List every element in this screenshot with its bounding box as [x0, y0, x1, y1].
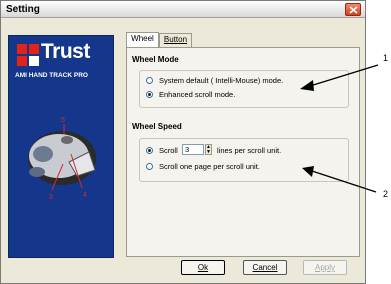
arrow-head-1-icon — [300, 80, 314, 91]
callout-arrow-2 — [311, 170, 377, 193]
callout-arrow-1 — [309, 64, 379, 87]
callout-arrows — [300, 64, 379, 193]
callout-number-2: 2 — [383, 189, 389, 199]
arrow-head-2-icon — [302, 166, 314, 177]
callout-number-1: 1 — [383, 53, 389, 63]
